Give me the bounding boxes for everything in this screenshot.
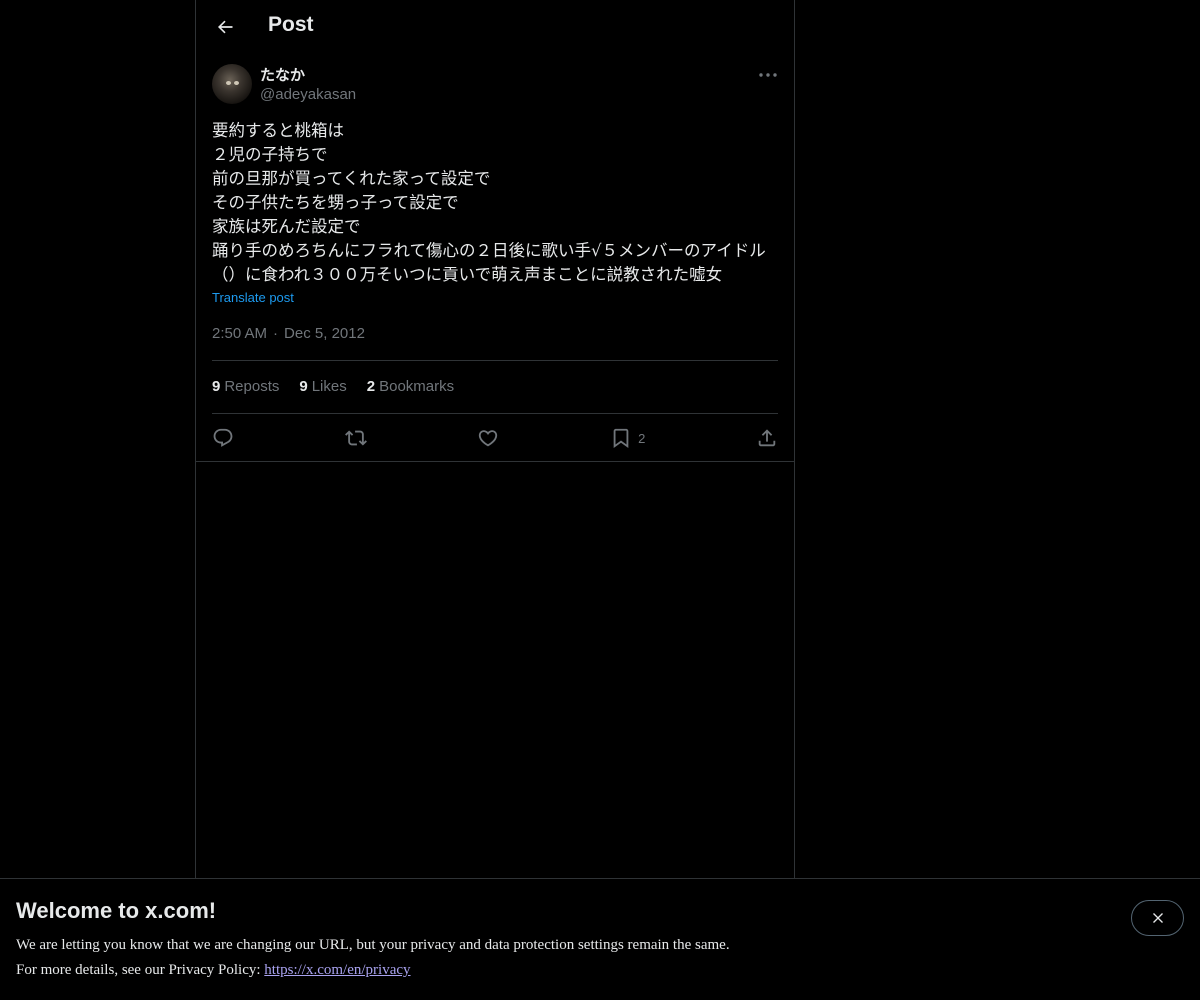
back-button[interactable]	[208, 10, 242, 44]
repost-button[interactable]	[344, 427, 367, 449]
post-action-bar: 2	[212, 424, 778, 452]
banner-privacy-prefix: For more details, see our Privacy Policy…	[16, 962, 265, 978]
share-button[interactable]	[756, 427, 778, 449]
reply-icon	[213, 428, 233, 447]
post-stats: 9 Reposts 9 Likes 2 Bookmarks	[212, 378, 454, 395]
bookmark-button[interactable]: 2	[610, 427, 645, 449]
arrow-left-icon	[218, 20, 233, 34]
post-header: Post	[196, 0, 794, 54]
reposts-count: 9	[212, 378, 221, 395]
divider	[212, 360, 778, 361]
close-icon	[1152, 913, 1163, 923]
banner-privacy-line: For more details, see our Privacy Policy…	[16, 962, 411, 979]
likes-count: 9	[299, 378, 308, 395]
avatar-eye-detail	[234, 81, 239, 85]
like-button[interactable]	[477, 427, 499, 449]
divider	[196, 461, 794, 462]
post-date: Dec 5, 2012	[284, 325, 365, 342]
banner-title: Welcome to x.com!	[16, 898, 217, 923]
reply-button[interactable]	[212, 427, 234, 449]
heart-icon	[479, 430, 498, 447]
likes-label: Likes	[311, 378, 347, 395]
more-options-button[interactable]	[756, 66, 780, 84]
bookmarks-label: Bookmarks	[379, 378, 455, 395]
post-time: 2:50 AM	[212, 325, 268, 342]
privacy-policy-link[interactable]: https://x.com/en/privacy	[264, 962, 410, 978]
divider	[212, 413, 778, 414]
url-change-banner: Welcome to x.com! We are letting you kno…	[0, 878, 1200, 1000]
likes-stat[interactable]: 9 Likes	[299, 378, 346, 395]
avatar[interactable]	[212, 64, 252, 104]
avatar-eye-detail	[226, 81, 231, 85]
post-timestamp[interactable]: 2:50 AM · Dec 5, 2012	[212, 325, 365, 342]
more-horizontal-icon	[759, 73, 777, 77]
reposts-stat[interactable]: 9 Reposts	[212, 378, 279, 395]
bookmarks-stat[interactable]: 2 Bookmarks	[367, 378, 454, 395]
main-column: Post たなか @adeyakasan 要約すると桃箱は ２児の子持ちで 前の…	[195, 0, 795, 1000]
timestamp-separator: ·	[273, 325, 279, 342]
translate-post-link[interactable]: Translate post	[212, 290, 294, 305]
post-body-text: 要約すると桃箱は ２児の子持ちで 前の旦那が買ってくれた家って設定で その子供た…	[212, 121, 766, 284]
page-title: Post	[268, 13, 314, 36]
bookmarks-count: 2	[366, 378, 376, 395]
author-handle[interactable]: @adeyakasan	[260, 86, 356, 103]
share-icon	[758, 429, 776, 447]
reposts-label: Reposts	[224, 378, 280, 395]
repost-icon	[344, 430, 367, 446]
author-display-name[interactable]: たなか	[260, 64, 305, 85]
bookmark-icon	[613, 428, 629, 449]
bookmark-count: 2	[638, 430, 646, 446]
banner-message: We are letting you know that we are chan…	[16, 937, 730, 953]
close-banner-button[interactable]	[1131, 900, 1184, 936]
